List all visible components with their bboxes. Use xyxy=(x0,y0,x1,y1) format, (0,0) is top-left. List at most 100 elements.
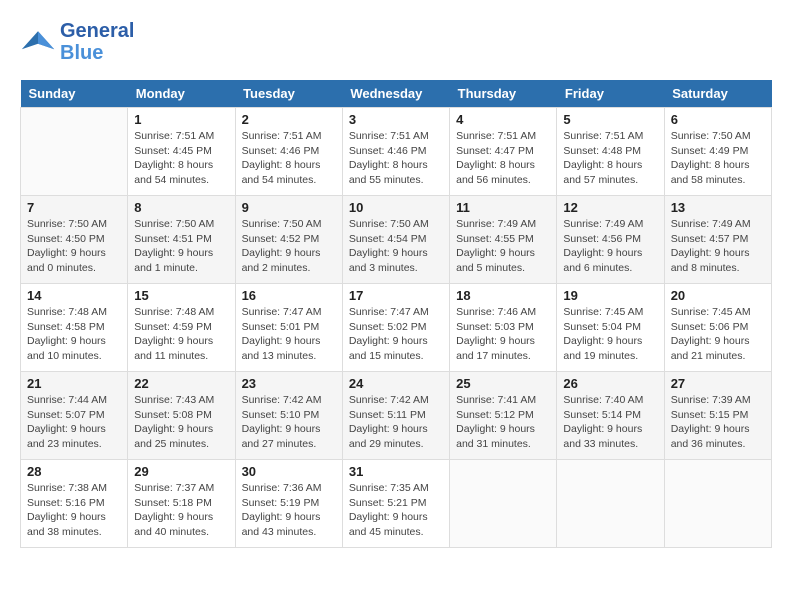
calendar-cell: 27 Sunrise: 7:39 AM Sunset: 5:15 PM Dayl… xyxy=(664,372,771,460)
day-info: Sunrise: 7:51 AM Sunset: 4:46 PM Dayligh… xyxy=(349,129,443,188)
calendar-cell: 7 Sunrise: 7:50 AM Sunset: 4:50 PM Dayli… xyxy=(21,196,128,284)
day-info: Sunrise: 7:49 AM Sunset: 4:55 PM Dayligh… xyxy=(456,217,550,276)
day-number: 23 xyxy=(242,376,336,391)
day-number: 26 xyxy=(563,376,657,391)
day-info: Sunrise: 7:36 AM Sunset: 5:19 PM Dayligh… xyxy=(242,481,336,540)
day-number: 14 xyxy=(27,288,121,303)
day-info: Sunrise: 7:50 AM Sunset: 4:51 PM Dayligh… xyxy=(134,217,228,276)
day-number: 28 xyxy=(27,464,121,479)
calendar-week-row: 14 Sunrise: 7:48 AM Sunset: 4:58 PM Dayl… xyxy=(21,284,772,372)
calendar-cell xyxy=(450,460,557,548)
day-info: Sunrise: 7:45 AM Sunset: 5:04 PM Dayligh… xyxy=(563,305,657,364)
day-number: 10 xyxy=(349,200,443,215)
day-info: Sunrise: 7:51 AM Sunset: 4:46 PM Dayligh… xyxy=(242,129,336,188)
day-info: Sunrise: 7:48 AM Sunset: 4:58 PM Dayligh… xyxy=(27,305,121,364)
day-info: Sunrise: 7:47 AM Sunset: 5:02 PM Dayligh… xyxy=(349,305,443,364)
day-info: Sunrise: 7:44 AM Sunset: 5:07 PM Dayligh… xyxy=(27,393,121,452)
calendar-cell: 19 Sunrise: 7:45 AM Sunset: 5:04 PM Dayl… xyxy=(557,284,664,372)
calendar-week-row: 21 Sunrise: 7:44 AM Sunset: 5:07 PM Dayl… xyxy=(21,372,772,460)
day-number: 16 xyxy=(242,288,336,303)
day-number: 13 xyxy=(671,200,765,215)
calendar-cell: 28 Sunrise: 7:38 AM Sunset: 5:16 PM Dayl… xyxy=(21,460,128,548)
calendar-cell: 4 Sunrise: 7:51 AM Sunset: 4:47 PM Dayli… xyxy=(450,108,557,196)
day-info: Sunrise: 7:39 AM Sunset: 5:15 PM Dayligh… xyxy=(671,393,765,452)
day-info: Sunrise: 7:46 AM Sunset: 5:03 PM Dayligh… xyxy=(456,305,550,364)
calendar-cell: 3 Sunrise: 7:51 AM Sunset: 4:46 PM Dayli… xyxy=(342,108,449,196)
calendar-cell: 31 Sunrise: 7:35 AM Sunset: 5:21 PM Dayl… xyxy=(342,460,449,548)
day-number: 5 xyxy=(563,112,657,127)
day-number: 29 xyxy=(134,464,228,479)
calendar-cell xyxy=(21,108,128,196)
day-info: Sunrise: 7:49 AM Sunset: 4:56 PM Dayligh… xyxy=(563,217,657,276)
calendar-header-row: SundayMondayTuesdayWednesdayThursdayFrid… xyxy=(21,80,772,108)
calendar-cell: 2 Sunrise: 7:51 AM Sunset: 4:46 PM Dayli… xyxy=(235,108,342,196)
calendar-week-row: 7 Sunrise: 7:50 AM Sunset: 4:50 PM Dayli… xyxy=(21,196,772,284)
calendar-week-row: 28 Sunrise: 7:38 AM Sunset: 5:16 PM Dayl… xyxy=(21,460,772,548)
day-number: 30 xyxy=(242,464,336,479)
column-header-monday: Monday xyxy=(128,80,235,108)
calendar-cell: 20 Sunrise: 7:45 AM Sunset: 5:06 PM Dayl… xyxy=(664,284,771,372)
calendar-week-row: 1 Sunrise: 7:51 AM Sunset: 4:45 PM Dayli… xyxy=(21,108,772,196)
day-info: Sunrise: 7:37 AM Sunset: 5:18 PM Dayligh… xyxy=(134,481,228,540)
day-number: 11 xyxy=(456,200,550,215)
calendar-cell xyxy=(664,460,771,548)
logo-text-line2: Blue xyxy=(60,42,134,64)
day-number: 9 xyxy=(242,200,336,215)
calendar-cell: 16 Sunrise: 7:47 AM Sunset: 5:01 PM Dayl… xyxy=(235,284,342,372)
calendar-cell: 14 Sunrise: 7:48 AM Sunset: 4:58 PM Dayl… xyxy=(21,284,128,372)
calendar-cell: 18 Sunrise: 7:46 AM Sunset: 5:03 PM Dayl… xyxy=(450,284,557,372)
day-info: Sunrise: 7:50 AM Sunset: 4:54 PM Dayligh… xyxy=(349,217,443,276)
logo-icon xyxy=(20,24,56,60)
day-number: 7 xyxy=(27,200,121,215)
calendar-cell: 1 Sunrise: 7:51 AM Sunset: 4:45 PM Dayli… xyxy=(128,108,235,196)
day-number: 1 xyxy=(134,112,228,127)
calendar-cell: 8 Sunrise: 7:50 AM Sunset: 4:51 PM Dayli… xyxy=(128,196,235,284)
calendar-table: SundayMondayTuesdayWednesdayThursdayFrid… xyxy=(20,80,772,548)
column-header-sunday: Sunday xyxy=(21,80,128,108)
calendar-cell: 10 Sunrise: 7:50 AM Sunset: 4:54 PM Dayl… xyxy=(342,196,449,284)
day-info: Sunrise: 7:42 AM Sunset: 5:11 PM Dayligh… xyxy=(349,393,443,452)
calendar-cell: 29 Sunrise: 7:37 AM Sunset: 5:18 PM Dayl… xyxy=(128,460,235,548)
day-info: Sunrise: 7:48 AM Sunset: 4:59 PM Dayligh… xyxy=(134,305,228,364)
calendar-cell: 6 Sunrise: 7:50 AM Sunset: 4:49 PM Dayli… xyxy=(664,108,771,196)
calendar-cell: 25 Sunrise: 7:41 AM Sunset: 5:12 PM Dayl… xyxy=(450,372,557,460)
day-number: 18 xyxy=(456,288,550,303)
calendar-cell: 9 Sunrise: 7:50 AM Sunset: 4:52 PM Dayli… xyxy=(235,196,342,284)
day-info: Sunrise: 7:51 AM Sunset: 4:45 PM Dayligh… xyxy=(134,129,228,188)
day-number: 17 xyxy=(349,288,443,303)
logo: General Blue xyxy=(20,20,134,64)
day-number: 22 xyxy=(134,376,228,391)
day-info: Sunrise: 7:45 AM Sunset: 5:06 PM Dayligh… xyxy=(671,305,765,364)
day-info: Sunrise: 7:50 AM Sunset: 4:50 PM Dayligh… xyxy=(27,217,121,276)
day-info: Sunrise: 7:40 AM Sunset: 5:14 PM Dayligh… xyxy=(563,393,657,452)
calendar-cell: 13 Sunrise: 7:49 AM Sunset: 4:57 PM Dayl… xyxy=(664,196,771,284)
column-header-tuesday: Tuesday xyxy=(235,80,342,108)
calendar-cell: 30 Sunrise: 7:36 AM Sunset: 5:19 PM Dayl… xyxy=(235,460,342,548)
day-info: Sunrise: 7:41 AM Sunset: 5:12 PM Dayligh… xyxy=(456,393,550,452)
page-header: General Blue xyxy=(20,20,772,64)
day-number: 19 xyxy=(563,288,657,303)
calendar-cell: 11 Sunrise: 7:49 AM Sunset: 4:55 PM Dayl… xyxy=(450,196,557,284)
day-info: Sunrise: 7:38 AM Sunset: 5:16 PM Dayligh… xyxy=(27,481,121,540)
calendar-cell xyxy=(557,460,664,548)
day-number: 6 xyxy=(671,112,765,127)
calendar-cell: 23 Sunrise: 7:42 AM Sunset: 5:10 PM Dayl… xyxy=(235,372,342,460)
day-number: 27 xyxy=(671,376,765,391)
day-number: 2 xyxy=(242,112,336,127)
calendar-cell: 15 Sunrise: 7:48 AM Sunset: 4:59 PM Dayl… xyxy=(128,284,235,372)
column-header-friday: Friday xyxy=(557,80,664,108)
day-info: Sunrise: 7:50 AM Sunset: 4:49 PM Dayligh… xyxy=(671,129,765,188)
calendar-cell: 17 Sunrise: 7:47 AM Sunset: 5:02 PM Dayl… xyxy=(342,284,449,372)
day-number: 15 xyxy=(134,288,228,303)
day-number: 8 xyxy=(134,200,228,215)
day-number: 3 xyxy=(349,112,443,127)
day-number: 21 xyxy=(27,376,121,391)
column-header-wednesday: Wednesday xyxy=(342,80,449,108)
day-number: 4 xyxy=(456,112,550,127)
day-info: Sunrise: 7:42 AM Sunset: 5:10 PM Dayligh… xyxy=(242,393,336,452)
calendar-cell: 26 Sunrise: 7:40 AM Sunset: 5:14 PM Dayl… xyxy=(557,372,664,460)
calendar-cell: 22 Sunrise: 7:43 AM Sunset: 5:08 PM Dayl… xyxy=(128,372,235,460)
day-number: 12 xyxy=(563,200,657,215)
calendar-cell: 12 Sunrise: 7:49 AM Sunset: 4:56 PM Dayl… xyxy=(557,196,664,284)
day-number: 25 xyxy=(456,376,550,391)
